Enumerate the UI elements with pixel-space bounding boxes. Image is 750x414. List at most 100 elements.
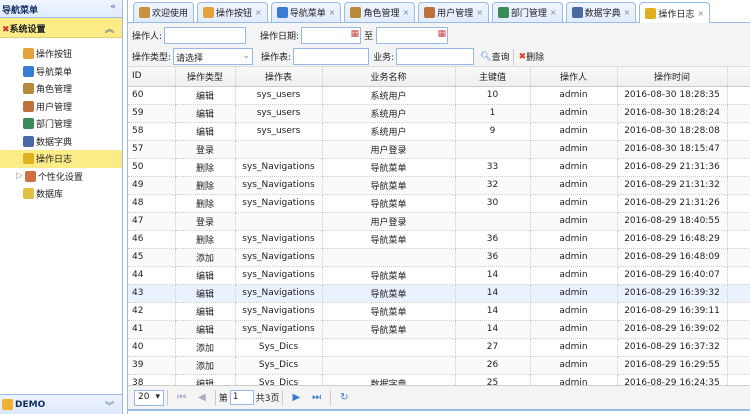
first-page-icon[interactable]: ⏮ bbox=[177, 392, 186, 403]
sidebar-item[interactable]: 导航菜单 bbox=[0, 63, 122, 81]
column-header[interactable]: 业务名称 bbox=[322, 67, 456, 87]
sidebar-item[interactable]: ▷ 个性化设置 bbox=[0, 168, 122, 186]
close-tab-icon[interactable]: × bbox=[402, 8, 409, 17]
search-button[interactable]: 🔍︎ 查询 bbox=[480, 50, 509, 64]
sidebar-item-label: 数据字典 bbox=[36, 137, 73, 148]
sidebar-item-label: 数据库 bbox=[36, 190, 64, 201]
business-input[interactable] bbox=[396, 48, 475, 65]
table-cell-filler bbox=[727, 248, 750, 267]
column-header[interactable]: 主键值 bbox=[455, 67, 531, 87]
chevron-up-icon[interactable]: ︽ bbox=[105, 22, 114, 35]
group-label: DEMO bbox=[15, 400, 46, 410]
tab-icon bbox=[424, 7, 436, 18]
table-row[interactable]: 47 登录 用户登录 admin 2016-08-29 18:40:55 bbox=[128, 212, 750, 231]
collapse-left-icon[interactable]: « bbox=[110, 2, 116, 12]
type-select[interactable]: 请选择 ⌄ bbox=[173, 48, 254, 65]
tab[interactable]: 欢迎使用 bbox=[133, 2, 195, 22]
table-cell: 编辑 bbox=[175, 284, 236, 303]
table-row[interactable]: 41 编辑 sys_Navigations 导航菜单 14 admin 2016-08-29… bbox=[128, 320, 750, 339]
table-row[interactable]: 57 登录 用户登录 admin 2016-08-30 18:15:47 bbox=[128, 140, 750, 159]
table-cell: 36 bbox=[455, 230, 531, 249]
close-tab-icon[interactable]: × bbox=[329, 8, 336, 17]
table-row[interactable]: 38 编辑 Sys_Dics 数据字典 25 admin 2016-08-29 16:24:… bbox=[128, 374, 750, 385]
sidebar-item-label: 用户管理 bbox=[36, 102, 73, 113]
sidebar-item[interactable]: 用户管理 bbox=[0, 98, 122, 116]
column-header[interactable]: 操作时间 bbox=[617, 67, 728, 87]
page-number-input[interactable]: 1 bbox=[229, 390, 254, 405]
end-date-input[interactable]: ▦ bbox=[376, 27, 449, 44]
table-cell: 2016-08-29 16:24:35 bbox=[617, 374, 728, 385]
table-cell: 2016-08-29 18:40:55 bbox=[617, 212, 728, 231]
sidebar-item[interactable]: 角色管理 bbox=[0, 80, 122, 98]
operator-input[interactable] bbox=[164, 27, 247, 44]
close-tab-icon[interactable]: × bbox=[697, 9, 704, 18]
delete-button[interactable]: ✖ 删除 bbox=[518, 50, 545, 64]
column-header[interactable]: ID bbox=[128, 67, 176, 87]
next-page-icon[interactable]: ▶ bbox=[292, 392, 300, 403]
column-header[interactable]: 操作人 bbox=[530, 67, 618, 87]
table-row[interactable]: 59 编辑 sys_users 系统用户 1 admin 2016-08-30 18:28:… bbox=[128, 104, 750, 123]
sidebar-group-system-settings[interactable]: ✖系统设置 ︽ bbox=[0, 18, 122, 38]
table-cell: Sys_Dics bbox=[235, 356, 323, 375]
table-row[interactable]: 44 编辑 sys_Navigations 导航菜单 14 admin 2016-08-29… bbox=[128, 266, 750, 285]
tab[interactable]: 角色管理 × bbox=[344, 2, 416, 22]
table-cell: 14 bbox=[455, 320, 531, 339]
main-panel: 欢迎使用 操作按钮 × 导航菜单 × 角色管理 × 用户管理 × 部门管理 × 数据字典 × 操作日志 × … bbox=[127, 0, 750, 414]
table-row[interactable]: 46 删除 sys_Navigations 导航菜单 36 admin 2016-08-29… bbox=[128, 230, 750, 249]
table-row[interactable]: 49 删除 sys_Navigations 导航菜单 32 admin 2016-08-29… bbox=[128, 176, 750, 195]
sidebar-group-demo[interactable]: DEMO ︾ bbox=[0, 394, 122, 414]
table-row[interactable]: 60 编辑 sys_users 系统用户 10 admin 2016-08-30 18:28… bbox=[128, 86, 750, 105]
table-cell: admin bbox=[530, 158, 618, 177]
tab[interactable]: 操作按钮 × bbox=[197, 2, 268, 22]
table-row[interactable]: 43 编辑 sys_Navigations 导航菜单 14 admin 2016-08-29… bbox=[128, 284, 750, 303]
tab[interactable]: 数据字典 × bbox=[565, 2, 637, 22]
table-row[interactable]: 39 添加 Sys_Dics 26 admin 2016-08-29 16:29:55 bbox=[128, 356, 750, 375]
table-cell: 44 bbox=[128, 266, 176, 285]
refresh-icon[interactable]: ↻ bbox=[340, 392, 348, 403]
close-tab-icon[interactable]: × bbox=[624, 8, 631, 17]
page-number: 1 bbox=[232, 392, 239, 402]
tab[interactable]: 导航菜单 × bbox=[270, 2, 342, 22]
table-cell: 导航菜单 bbox=[322, 284, 456, 303]
table-cell: admin bbox=[530, 302, 618, 321]
delete-icon: ✖ bbox=[518, 51, 527, 62]
tab[interactable]: 操作日志 × bbox=[639, 2, 711, 23]
column-header-filler bbox=[727, 67, 750, 87]
calendar-icon[interactable]: ▦ bbox=[438, 29, 447, 39]
sidebar-item[interactable]: 部门管理 bbox=[0, 115, 122, 133]
close-tab-icon[interactable]: × bbox=[255, 8, 262, 17]
search-toolbar: 操作人: 操作日期: ▦ 至 ▦ 操作类型: 请选择 ⌄ 操作表: 业务: 🔍︎ 查… bbox=[128, 23, 750, 67]
table-row[interactable]: 42 编辑 sys_Navigations 导航菜单 14 admin 2016-08-29… bbox=[128, 302, 750, 321]
table-cell-filler bbox=[727, 374, 750, 385]
table-row[interactable]: 50 删除 sys_Navigations 导航菜单 33 admin 2016-08-29… bbox=[128, 158, 750, 177]
table-cell: 登录 bbox=[175, 140, 236, 159]
table-input[interactable] bbox=[293, 48, 370, 65]
table-row[interactable]: 58 编辑 sys_users 系统用户 9 admin 2016-08-30 18:28:… bbox=[128, 122, 750, 141]
last-page-icon[interactable]: ⏭ bbox=[312, 392, 321, 403]
table-cell: 2016-08-29 16:37:32 bbox=[617, 338, 728, 357]
table-row[interactable]: 45 添加 sys_Navigations 36 admin 2016-08-29 16:… bbox=[128, 248, 750, 267]
table-cell: 26 bbox=[455, 356, 531, 375]
close-tab-icon[interactable]: × bbox=[550, 8, 557, 17]
table-cell: 2016-08-29 16:39:02 bbox=[617, 320, 728, 339]
expand-arrow-icon[interactable]: ▷ bbox=[16, 171, 23, 181]
sidebar-item[interactable]: 数据库 bbox=[0, 185, 122, 203]
sidebar-item[interactable]: 操作日志 bbox=[0, 150, 122, 168]
table-cell: sys_Navigations bbox=[235, 266, 323, 285]
chevron-down-icon[interactable]: ︾ bbox=[105, 399, 114, 412]
sidebar-item[interactable]: 数据字典 bbox=[0, 133, 122, 151]
column-header[interactable]: 操作表 bbox=[235, 67, 323, 87]
prev-page-icon[interactable]: ◀ bbox=[198, 392, 206, 403]
sidebar-item[interactable]: 操作按钮 bbox=[0, 45, 122, 63]
table-row[interactable]: 40 添加 Sys_Dics 27 admin 2016-08-29 16:37:32 bbox=[128, 338, 750, 357]
column-header[interactable]: 操作类型 bbox=[175, 67, 236, 87]
tab[interactable]: 用户管理 × bbox=[418, 2, 489, 22]
close-tab-icon[interactable]: × bbox=[476, 8, 483, 17]
table-cell: 30 bbox=[455, 194, 531, 213]
table-cell: 41 bbox=[128, 320, 176, 339]
start-date-input[interactable]: ▦ bbox=[301, 27, 362, 44]
calendar-icon[interactable]: ▦ bbox=[351, 29, 360, 39]
table-row[interactable]: 48 删除 sys_Navigations 导航菜单 30 admin 2016-08-29… bbox=[128, 194, 750, 213]
tab[interactable]: 部门管理 × bbox=[491, 2, 563, 22]
page-size-select[interactable]: 20 ▾ bbox=[134, 389, 164, 406]
